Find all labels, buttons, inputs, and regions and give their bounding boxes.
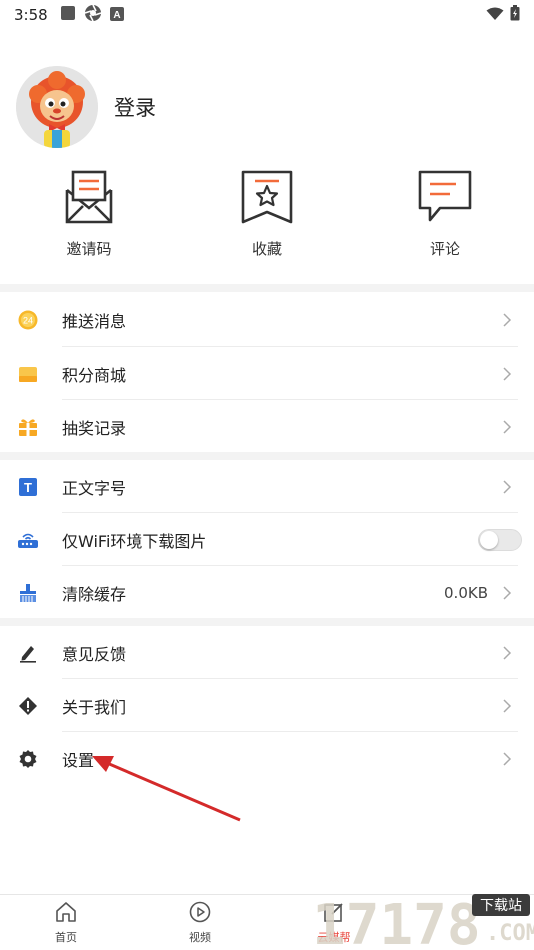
status-time: 3:58 [14,6,48,24]
tab-home-label: 首页 [55,931,77,944]
menu-item-settings[interactable]: 设置 [0,732,534,785]
menu-item-about[interactable]: 关于我们 [0,679,534,732]
pencil-icon [16,641,40,665]
cache-size-value: 0.0KB [444,583,488,602]
status-right [486,5,520,25]
chevron-right-icon [503,366,512,381]
watermark-main-text: 17178 [312,893,481,950]
app-a-icon: A [109,6,124,25]
watermark-logo: 17178 下载站 .COM [308,886,534,950]
favorite-bookmark-icon [239,168,295,230]
home-icon [55,901,77,927]
favorites-button[interactable]: 收藏 [207,168,327,259]
push-badge-icon: 24 [16,308,40,332]
chevron-right-icon [503,419,512,434]
aperture-icon [84,4,102,26]
chevron-right-icon [503,312,512,327]
menu-item-wifi-only: 仅WiFi环境下载图片 [0,513,534,566]
gift-icon [16,415,40,439]
section-gap [0,452,534,460]
menu-item-lottery[interactable]: 抽奖记录 [0,400,534,453]
menu-item-feedback[interactable]: 意见反馈 [0,626,534,679]
notification-square-icon [60,5,76,25]
menu-item-about-label: 关于我们 [62,697,127,717]
comments-label: 评论 [429,240,460,258]
menu-item-lottery-label: 抽奖记录 [62,418,127,438]
router-icon [16,528,40,552]
chevron-right-icon [503,479,512,494]
comment-bubble-icon [416,168,474,230]
wifi-icon [486,6,504,25]
chevron-right-icon [503,751,512,766]
chevron-right-icon [503,645,512,660]
menu-item-points-mall-label: 积分商城 [62,365,127,385]
tab-home[interactable]: 首页 [36,901,96,945]
video-play-icon [189,901,211,927]
tab-video[interactable]: 视频 [170,901,230,945]
tab-video-label: 视频 [189,931,211,944]
push-badge-number: 24 [23,315,33,325]
menu-item-clear-cache-label: 清除缓存 [62,584,127,604]
broom-icon [16,581,40,605]
watermark-tag-text: 下载站 [480,898,522,914]
section-gap [0,284,534,292]
menu-item-font-size[interactable]: T 正文字号 [0,460,534,513]
invite-code-button[interactable]: 邀请码 [29,168,149,259]
svg-text:A: A [113,10,120,21]
menu-item-settings-label: 设置 [62,750,95,770]
avatar[interactable] [16,66,98,148]
invite-code-label: 邀请码 [66,240,112,258]
svg-text:T: T [24,480,32,495]
menu-item-clear-cache[interactable]: 清除缓存 0.0KB [0,566,534,619]
gear-icon [16,747,40,771]
favorites-label: 收藏 [251,240,282,258]
text-size-icon: T [16,475,40,499]
section-gap [0,618,534,626]
login-link[interactable]: 登录 [114,92,156,122]
store-icon [16,362,40,386]
menu-item-wifi-only-label: 仅WiFi环境下载图片 [62,531,207,551]
menu-item-push[interactable]: 24 推送消息 [0,293,534,346]
menu-item-feedback-label: 意见反馈 [62,644,127,664]
menu-item-push-label: 推送消息 [62,311,127,331]
chevron-right-icon [503,698,512,713]
wifi-only-toggle[interactable] [478,528,522,551]
info-diamond-icon [16,694,40,718]
menu-item-points-mall[interactable]: 积分商城 [0,347,534,400]
toggle-knob [480,530,498,549]
watermark-com-text: .COM [486,921,534,946]
chevron-right-icon [503,585,512,600]
battery-charging-icon [510,5,520,25]
profile-header[interactable]: 登录 [16,66,156,148]
quick-actions: 邀请码 收藏 评论 [0,168,534,264]
menu-item-font-size-label: 正文字号 [62,478,127,498]
comments-button[interactable]: 评论 [385,168,505,259]
status-bar: 3:58 A [0,0,534,30]
invite-envelope-icon [61,168,117,230]
